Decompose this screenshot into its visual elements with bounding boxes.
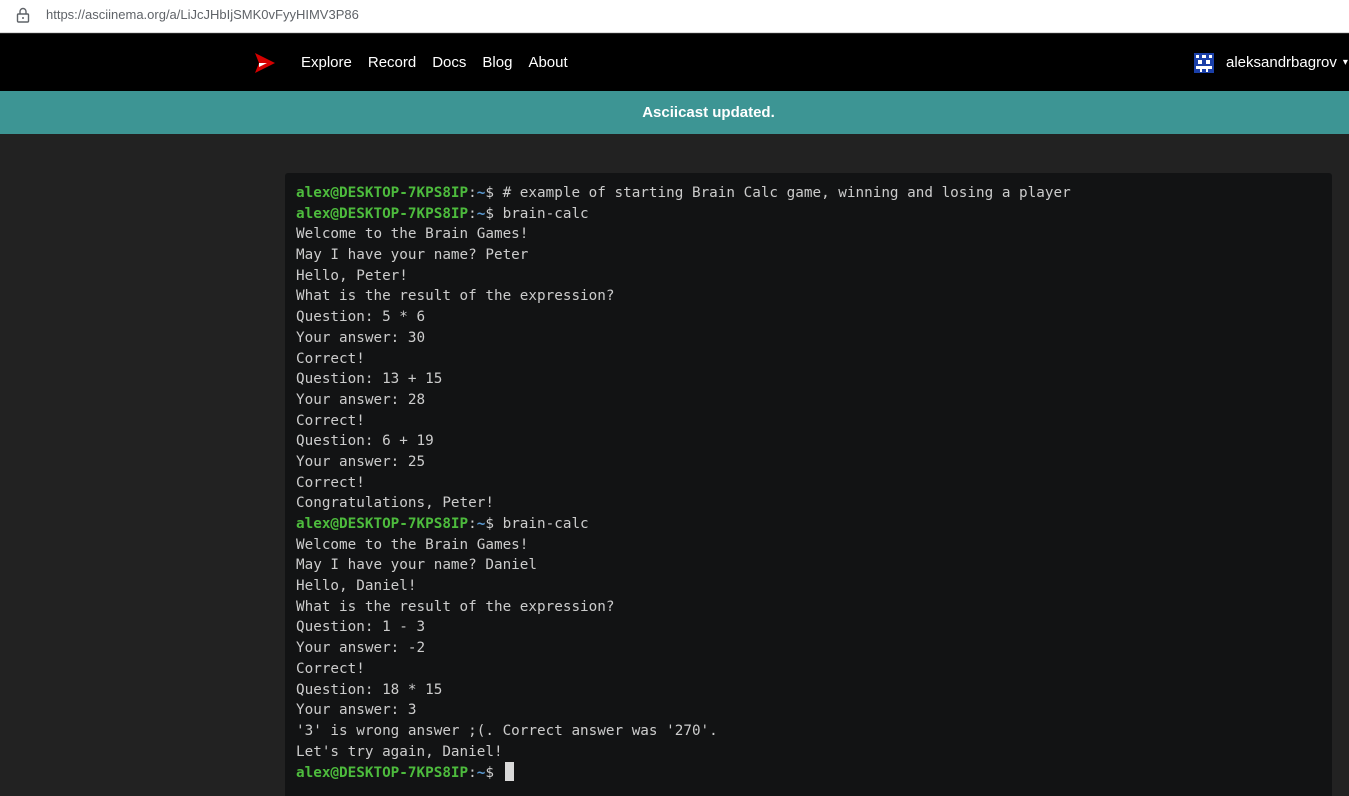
terminal-text: What is the result of the expression? (296, 598, 615, 615)
terminal-line: Your answer: 3 (296, 700, 1321, 721)
terminal-text: What is the result of the expression? (296, 288, 615, 305)
browser-address-bar: https://asciinema.org/a/LiJcJHbIjSMK0vFy… (0, 0, 1349, 33)
terminal-line: What is the result of the expression? (296, 597, 1321, 618)
terminal-cursor (504, 762, 514, 782)
prompt-separator: : (468, 185, 477, 201)
terminal-line: Congratulations, Peter! (296, 493, 1321, 514)
terminal-line: Hello, Daniel! (296, 576, 1321, 597)
terminal-text: brain-calc (493, 205, 589, 222)
terminal-text: Your answer: 30 (296, 329, 426, 346)
flash-notice: Asciicast updated. (0, 91, 1349, 134)
terminal-line: Question: 13 + 15 (296, 369, 1321, 390)
terminal-text: Question: 18 * 15 (296, 681, 443, 698)
terminal-line: Correct! (296, 349, 1321, 370)
prompt-separator: : (468, 205, 477, 222)
terminal-line: Welcome to the Brain Games! (296, 224, 1321, 245)
nav-link-docs[interactable]: Docs (432, 54, 466, 71)
terminal-text: Question: 1 - 3 (296, 619, 426, 636)
terminal-text: Welcome to the Brain Games! (296, 226, 529, 243)
terminal-line: May I have your name? Peter (296, 245, 1321, 266)
terminal-player[interactable]: alex@DESKTOP-7KPS8IP:~$ # example of sta… (285, 173, 1332, 796)
prompt-separator: : (468, 516, 477, 532)
terminal-text: Hello, Peter! (296, 267, 408, 284)
prompt-sign: $ (485, 765, 494, 782)
terminal-line: May I have your name? Daniel (296, 555, 1321, 576)
flash-message: Asciicast updated. (642, 104, 775, 121)
terminal-text: Question: 6 + 19 (296, 433, 434, 450)
terminal-line: What is the result of the expression? (296, 286, 1321, 307)
main-nav: Explore Record Docs Blog About (301, 34, 584, 91)
terminal-line: Question: 6 + 19 (296, 431, 1321, 452)
terminal-line: alex@DESKTOP-7KPS8IP:~$ # example of sta… (296, 183, 1321, 204)
prompt-sign: $ (485, 205, 494, 222)
terminal-text: Your answer: 28 (296, 391, 426, 408)
terminal-line: alex@DESKTOP-7KPS8IP:~$ brain-calc (296, 204, 1321, 225)
terminal-text: Your answer: 25 (296, 453, 426, 470)
prompt-sign: $ (485, 185, 494, 201)
nav-link-about[interactable]: About (528, 54, 567, 71)
terminal-text: Congratulations, Peter! (296, 495, 494, 512)
terminal-line: Let's try again, Daniel! (296, 742, 1321, 763)
terminal-text: Question: 5 * 6 (296, 309, 426, 326)
terminal-line: Question: 1 - 3 (296, 617, 1321, 638)
terminal-line: Your answer: 30 (296, 328, 1321, 349)
terminal-text: Welcome to the Brain Games! (296, 536, 529, 553)
nav-link-blog[interactable]: Blog (482, 54, 512, 71)
terminal-line: Correct! (296, 473, 1321, 494)
terminal-line: '3' is wrong answer ;(. Correct answer w… (296, 721, 1321, 742)
terminal-text: Correct! (296, 350, 365, 367)
terminal-line: alex@DESKTOP-7KPS8IP:~$ (296, 762, 1321, 783)
terminal-line: Correct! (296, 411, 1321, 432)
terminal-text: Question: 13 + 15 (296, 371, 443, 388)
chevron-down-icon[interactable]: ▾ (1343, 57, 1348, 68)
terminal-text: Correct! (296, 474, 365, 491)
terminal-text: May I have your name? Peter (296, 247, 529, 264)
user-menu[interactable]: aleksandrbagrov ▾ (1194, 34, 1348, 91)
terminal-line: Correct! (296, 659, 1321, 680)
prompt-sign: $ (485, 516, 494, 532)
terminal-text: Let's try again, Daniel! (296, 743, 503, 760)
prompt-user: alex@DESKTOP-7KPS8IP (296, 516, 469, 532)
terminal-line: Welcome to the Brain Games! (296, 535, 1321, 556)
terminal-text: # example of starting Brain Calc game, w… (493, 185, 1071, 201)
terminal-text: '3' is wrong answer ;(. Correct answer w… (296, 722, 718, 739)
terminal-line: alex@DESKTOP-7KPS8IP:~$ brain-calc (296, 514, 1321, 535)
terminal-line: Question: 5 * 6 (296, 307, 1321, 328)
terminal-line: Question: 18 * 15 (296, 680, 1321, 701)
terminal-line: Your answer: 28 (296, 390, 1321, 411)
terminal-line: Your answer: 25 (296, 452, 1321, 473)
nav-link-explore[interactable]: Explore (301, 54, 352, 71)
terminal-text: Your answer: -2 (296, 640, 426, 657)
terminal-line: Hello, Peter! (296, 266, 1321, 287)
prompt-separator: : (468, 765, 477, 782)
terminal-text: Correct! (296, 412, 365, 429)
terminal-text: May I have your name? Daniel (296, 557, 538, 574)
terminal-line: Your answer: -2 (296, 638, 1321, 659)
terminal-text: Correct! (296, 660, 365, 677)
url-text[interactable]: https://asciinema.org/a/LiJcJHbIjSMK0vFy… (46, 7, 359, 22)
username[interactable]: aleksandrbagrov (1226, 54, 1337, 71)
prompt-user: alex@DESKTOP-7KPS8IP (296, 765, 469, 782)
user-avatar-icon[interactable] (1194, 52, 1214, 73)
terminal-text: Your answer: 3 (296, 702, 417, 719)
nav-link-record[interactable]: Record (368, 54, 416, 71)
lock-icon (16, 7, 30, 23)
prompt-user: alex@DESKTOP-7KPS8IP (296, 185, 469, 201)
site-navbar: Explore Record Docs Blog About aleksandrbagr… (0, 34, 1349, 91)
terminal-text: Hello, Daniel! (296, 578, 417, 595)
prompt-user: alex@DESKTOP-7KPS8IP (296, 205, 469, 222)
terminal-text: brain-calc (493, 516, 589, 532)
asciinema-play-logo-icon[interactable] (253, 51, 277, 75)
